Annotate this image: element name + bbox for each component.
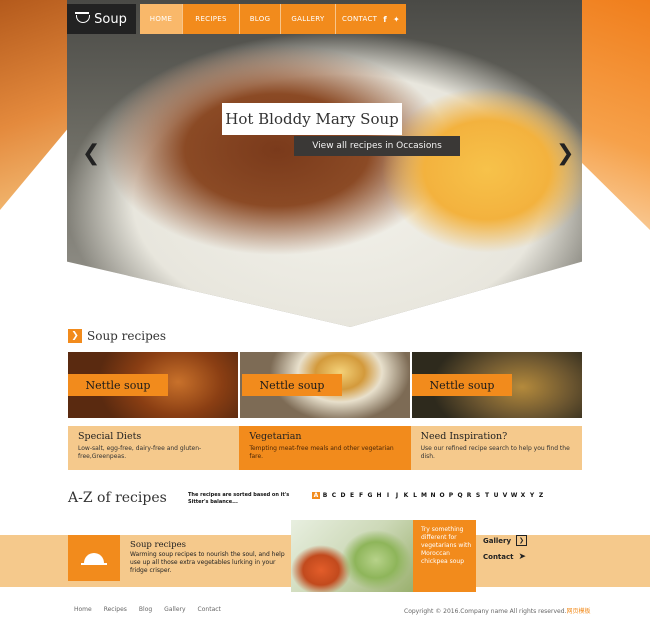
main-nav: HOME RECIPES BLOG GALLERY CONTACT f ✦: [140, 4, 406, 34]
recipe-card[interactable]: Nettle soup: [240, 352, 410, 418]
alphabet-letter-u[interactable]: U: [492, 492, 500, 499]
footer-link-recipes[interactable]: Recipes: [104, 606, 127, 613]
alphabet-letter-t[interactable]: T: [483, 492, 491, 499]
twitter-icon[interactable]: ✦: [393, 15, 400, 24]
hero-slider: Hot Bloddy Mary Soup View all recipes in…: [67, 0, 582, 327]
recipe-cards: Nettle soup Nettle soup Nettle soup: [68, 352, 582, 418]
nav-recipes[interactable]: RECIPES: [183, 4, 240, 34]
alphabet-letter-j[interactable]: J: [393, 492, 401, 499]
alphabet-letter-q[interactable]: Q: [456, 492, 464, 499]
alphabet-letter-m[interactable]: M: [420, 492, 428, 499]
arrow-right-icon: ❯: [516, 535, 528, 546]
alphabet-letter-n[interactable]: N: [429, 492, 437, 499]
alphabet-letter-f[interactable]: F: [357, 492, 365, 499]
alphabet-letter-w[interactable]: W: [510, 492, 518, 499]
cloche-icon: [68, 535, 120, 581]
alphabet-index: ABCDEFGHIJKLMNOPQRSTUVWXYZ: [312, 492, 545, 499]
alphabet-letter-e[interactable]: E: [348, 492, 356, 499]
section-title: Soup recipes: [87, 329, 167, 343]
recipe-card-label[interactable]: Nettle soup: [68, 374, 168, 396]
site-logo[interactable]: Soup: [67, 4, 136, 34]
alphabet-letter-v[interactable]: V: [501, 492, 509, 499]
footer-link-gallery[interactable]: Gallery: [164, 606, 185, 613]
gallery-link[interactable]: Gallery ❯: [483, 535, 528, 546]
alphabet-letter-a[interactable]: A: [312, 492, 320, 499]
chevron-right-icon[interactable]: ❯: [556, 143, 574, 165]
view-all-recipes-link[interactable]: View all recipes in Occasions: [294, 136, 460, 156]
alphabet-letter-d[interactable]: D: [339, 492, 347, 499]
recipe-card-label[interactable]: Nettle soup: [412, 374, 512, 396]
info-title: Special Diets: [78, 431, 142, 442]
facebook-icon[interactable]: f: [383, 15, 387, 24]
copyright-brand[interactable]: 网页模板: [566, 608, 590, 615]
alphabet-letter-i[interactable]: I: [384, 492, 392, 499]
info-text: Tempting meat-free meals and other veget…: [249, 445, 394, 460]
strip-text: Warming soup recipes to nourish the soul…: [130, 551, 285, 574]
info-text: Low-salt, egg-free, dairy-free and glute…: [78, 445, 202, 460]
vegetables-photo: [291, 520, 413, 592]
logo-text: Soup: [94, 11, 127, 27]
alphabet-letter-b[interactable]: B: [321, 492, 329, 499]
right-orange-shape: [580, 0, 650, 230]
footer-nav: Home Recipes Blog Gallery Contact: [74, 606, 221, 613]
chevron-right-icon: ❯: [68, 329, 82, 343]
footer-link-contact[interactable]: Contact: [198, 606, 221, 613]
strip-links: Gallery ❯ Contact ➤: [483, 535, 528, 562]
footer-link-blog[interactable]: Blog: [139, 606, 152, 613]
paper-plane-icon: ➤: [518, 552, 527, 562]
strip-title: Soup recipes: [130, 540, 186, 550]
info-title: Need Inspiration?: [420, 431, 508, 442]
info-box-vegetarian[interactable]: Vegetarian Tempting meat-free meals and …: [239, 426, 411, 470]
alphabet-letter-k[interactable]: K: [402, 492, 410, 499]
nav-blog[interactable]: BLOG: [240, 4, 281, 34]
nav-contact-label: CONTACT: [341, 15, 378, 23]
contact-link-label: Contact: [483, 553, 514, 561]
copyright-text: Copyright © 2016.Company name All rights…: [404, 608, 567, 615]
nav-gallery[interactable]: GALLERY: [281, 4, 336, 34]
alphabet-letter-y[interactable]: Y: [528, 492, 536, 499]
alphabet-letter-c[interactable]: C: [330, 492, 338, 499]
soup-recipes-heading: ❯ Soup recipes: [68, 329, 166, 343]
az-recipes-title: A-Z of recipes: [68, 490, 167, 506]
hero-image: [67, 0, 582, 327]
alphabet-letter-s[interactable]: S: [474, 492, 482, 499]
info-box-special-diets[interactable]: Special Diets Low-salt, egg-free, dairy-…: [68, 426, 240, 470]
info-boxes: Special Diets Low-salt, egg-free, dairy-…: [68, 426, 582, 470]
info-box-inspiration[interactable]: Need Inspiration? Use our refined recipe…: [410, 426, 582, 470]
left-orange-shape: [0, 0, 70, 210]
recipe-card[interactable]: Nettle soup: [412, 352, 582, 418]
alphabet-letter-z[interactable]: Z: [537, 492, 545, 499]
hero-title: Hot Bloddy Mary Soup: [222, 103, 402, 135]
copyright: Copyright © 2016.Company name All rights…: [404, 606, 590, 615]
recipe-card[interactable]: Nettle soup: [68, 352, 238, 418]
contact-link[interactable]: Contact ➤: [483, 552, 527, 562]
info-text: Use our refined recipe search to help yo…: [420, 445, 570, 460]
info-title: Vegetarian: [249, 431, 302, 442]
az-description: The recipes are sorted based on it's Sit…: [188, 492, 290, 505]
promo-box[interactable]: Try something different for vegetarians …: [413, 520, 476, 592]
chevron-left-icon[interactable]: ❮: [82, 143, 100, 165]
footer-link-home[interactable]: Home: [74, 606, 92, 613]
alphabet-letter-x[interactable]: X: [519, 492, 527, 499]
gallery-link-label: Gallery: [483, 536, 512, 545]
nav-home[interactable]: HOME: [140, 4, 183, 34]
nav-contact[interactable]: CONTACT f ✦: [336, 4, 406, 34]
recipe-card-label[interactable]: Nettle soup: [242, 374, 342, 396]
alphabet-letter-g[interactable]: G: [366, 492, 374, 499]
alphabet-letter-p[interactable]: P: [447, 492, 455, 499]
soup-bowl-icon: [75, 12, 91, 23]
alphabet-letter-r[interactable]: R: [465, 492, 473, 499]
alphabet-letter-h[interactable]: H: [375, 492, 383, 499]
alphabet-letter-o[interactable]: O: [438, 492, 446, 499]
alphabet-letter-l[interactable]: L: [411, 492, 419, 499]
